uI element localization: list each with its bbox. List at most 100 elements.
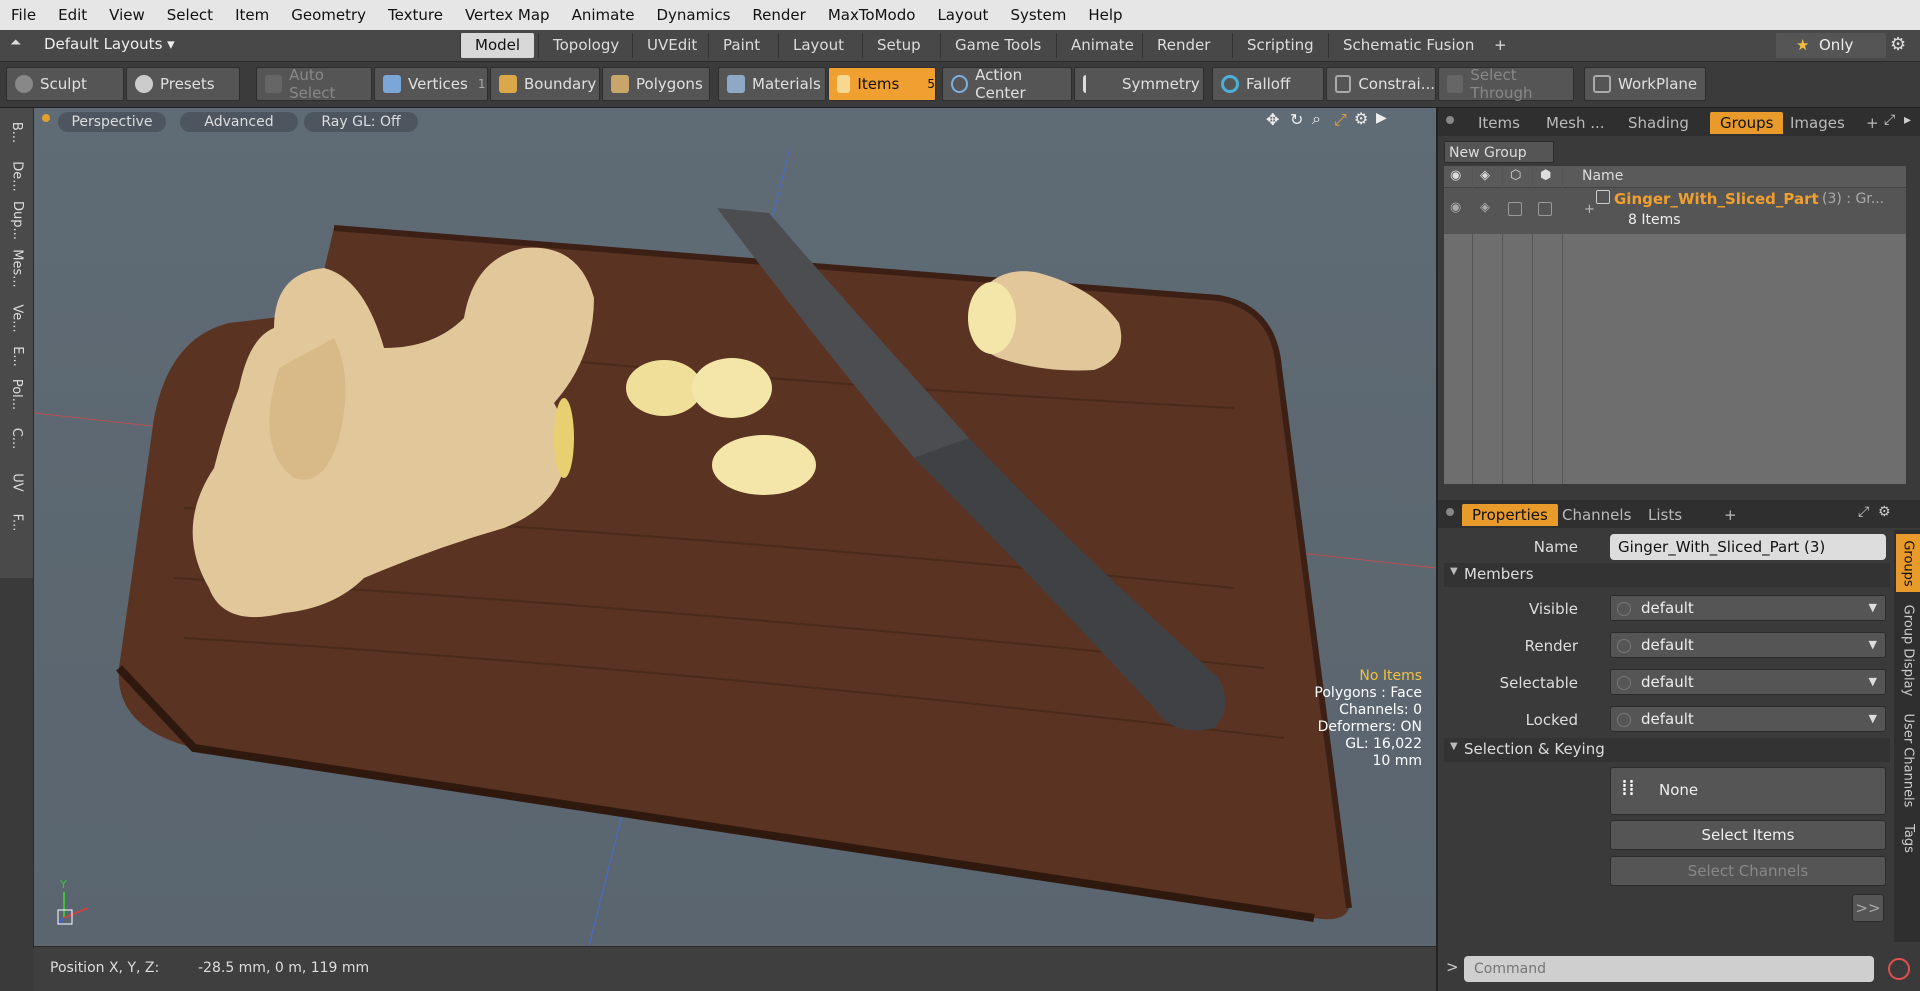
left-tab-3[interactable]: Mes... [0,248,34,288]
select-channels-button[interactable]: Select Channels [1610,856,1886,886]
row-lock-checkbox[interactable] [1538,202,1552,216]
advanced-button[interactable]: Advanced [180,112,298,132]
items-button[interactable]: Items 5 [828,67,936,101]
auto-select-button[interactable]: Auto Select [256,66,372,102]
groups-panel-tab-shading[interactable]: Shading [1628,112,1689,134]
row-select-checkbox[interactable] [1508,202,1522,216]
members-section-header[interactable]: ▼ Members [1444,563,1890,587]
presets-button[interactable]: Presets [126,67,240,101]
visible-dropdown[interactable]: default ▼ [1610,595,1886,621]
menu-item-layout[interactable]: Layout [926,6,999,24]
sculpt-button[interactable]: Sculpt [6,67,124,101]
menu-item-vertex-map[interactable]: Vertex Map [454,6,561,24]
name-field[interactable]: Ginger_With_Sliced_Part (3) [1610,534,1886,560]
menu-item-texture[interactable]: Texture [377,6,454,24]
falloff-button[interactable]: Falloff [1212,67,1324,101]
groups-menu-icon[interactable]: ▸ [1904,112,1911,128]
group-row[interactable]: ◉ ◈ + Ginger_With_Sliced_Part (3) : Gr..… [1444,188,1906,234]
menu-item-animate[interactable]: Animate [561,6,646,24]
locked-dropdown[interactable]: default ▼ [1610,706,1886,732]
menu-item-render[interactable]: Render [741,6,816,24]
tab-paint[interactable]: Paint [708,33,774,58]
groups-add-tab-button[interactable]: + [1866,112,1879,134]
properties-maximize-icon[interactable]: ⤢ [1858,504,1869,520]
only-toggle[interactable]: ★ Only [1776,33,1886,58]
symmetry-button[interactable]: Symmetry [1074,67,1204,101]
groups-panel-tab-mesh-[interactable]: Mesh ... [1546,112,1605,134]
side-tab-groups[interactable]: Groups [1896,534,1920,592]
properties-tab-properties[interactable]: Properties [1462,504,1558,526]
row-render-icon[interactable]: ◈ [1480,200,1490,215]
render-dropdown[interactable]: default ▼ [1610,632,1886,658]
left-tab-4[interactable]: Ve... [0,298,34,338]
side-tab-tags[interactable]: Tags [1896,818,1920,858]
tab-render[interactable]: Render [1142,33,1224,58]
row-eye-icon[interactable]: ◉ [1450,200,1461,215]
groups-panel-tab-images[interactable]: Images [1790,112,1845,134]
menu-item-select[interactable]: Select [156,6,224,24]
groups-panel-tab-items[interactable]: Items [1478,112,1520,134]
properties-tab-lists[interactable]: Lists [1648,504,1682,526]
tab-uvedit[interactable]: UVEdit [632,33,711,58]
left-tab-9[interactable]: F... [0,502,34,542]
menu-item-help[interactable]: Help [1077,6,1133,24]
selectable-dropdown[interactable]: default ▼ [1610,669,1886,695]
left-tab-7[interactable]: C... [0,418,34,458]
menu-item-item[interactable]: Item [224,6,280,24]
menu-item-view[interactable]: View [98,6,156,24]
command-input[interactable] [1464,956,1874,982]
menu-item-system[interactable]: System [999,6,1077,24]
new-group-button[interactable]: New Group [1444,141,1554,163]
constraints-button[interactable]: Constrai... [1326,67,1436,101]
menu-item-edit[interactable]: Edit [47,6,98,24]
tab-animate[interactable]: Animate [1056,33,1148,58]
select-through-button[interactable]: Select Through [1438,66,1574,102]
groups-maximize-icon[interactable]: ⤢ [1884,112,1895,128]
record-icon[interactable] [1888,958,1910,980]
selection-keying-section-header[interactable]: ▼ Selection & Keying [1444,738,1890,762]
menu-item-file[interactable]: File [0,6,47,24]
menu-item-dynamics[interactable]: Dynamics [645,6,741,24]
viewport-menu-arrow-icon[interactable]: ▶ [1376,110,1387,126]
tab-game-tools[interactable]: Game Tools [940,33,1055,58]
side-tab-group-display[interactable]: Group Display [1896,600,1920,700]
action-center-button[interactable]: Action Center [942,66,1072,102]
perspective-button[interactable]: Perspective [58,112,166,132]
left-tab-6[interactable]: Pol... [0,374,34,414]
none-button[interactable]: ⁞⁞ None [1610,767,1886,815]
properties-tab-channels[interactable]: Channels [1562,504,1631,526]
menu-item-geometry[interactable]: Geometry [280,6,377,24]
tab-scripting[interactable]: Scripting [1232,33,1328,58]
polygons-button[interactable]: Polygons [602,67,710,101]
left-tab-2[interactable]: Dup... [0,200,34,240]
tab-schematic-fusion[interactable]: Schematic Fusion [1328,33,1488,58]
boundary-button[interactable]: Boundary [490,67,600,101]
vertices-button[interactable]: Vertices 1 [374,67,488,101]
left-tab-1[interactable]: De... [0,156,34,196]
move-icon[interactable]: ✥ [1266,110,1279,129]
select-items-button[interactable]: Select Items [1610,820,1886,850]
side-tab-user-channels[interactable]: User Channels [1896,710,1920,810]
collapse-arrow-icon[interactable]: ⏶ [10,35,21,51]
3d-viewport[interactable]: Perspective Advanced Ray GL: Off ✥ ↻ ⌕ ⤢… [34,108,1436,946]
tab-topology[interactable]: Topology [538,33,633,58]
raygl-button[interactable]: Ray GL: Off [304,112,418,132]
groups-panel-tab-groups[interactable]: Groups [1710,112,1784,134]
rotate-icon[interactable]: ↻ [1290,110,1303,129]
tab-setup[interactable]: Setup [862,33,935,58]
properties-gear-icon[interactable]: ⚙ [1878,504,1891,520]
properties-add-tab-button[interactable]: + [1724,504,1737,526]
gear-icon[interactable]: ⚙ [1890,34,1906,55]
left-tab-0[interactable]: B... [0,112,34,152]
layout-selector[interactable]: Default Layouts ▾ [44,35,175,53]
left-tab-8[interactable]: UV [0,462,34,502]
workplane-button[interactable]: WorkPlane [1584,67,1706,101]
more-button[interactable]: >> [1852,894,1884,922]
menu-item-maxtomodo[interactable]: MaxToModo [817,6,927,24]
tab-model[interactable]: Model [460,33,535,58]
maximize-icon[interactable]: ⤢ [1334,110,1347,130]
left-tab-5[interactable]: E... [0,336,34,376]
zoom-icon[interactable]: ⌕ [1312,109,1321,129]
expand-icon[interactable]: + [1584,202,1595,217]
tab-layout[interactable]: Layout [778,33,858,58]
